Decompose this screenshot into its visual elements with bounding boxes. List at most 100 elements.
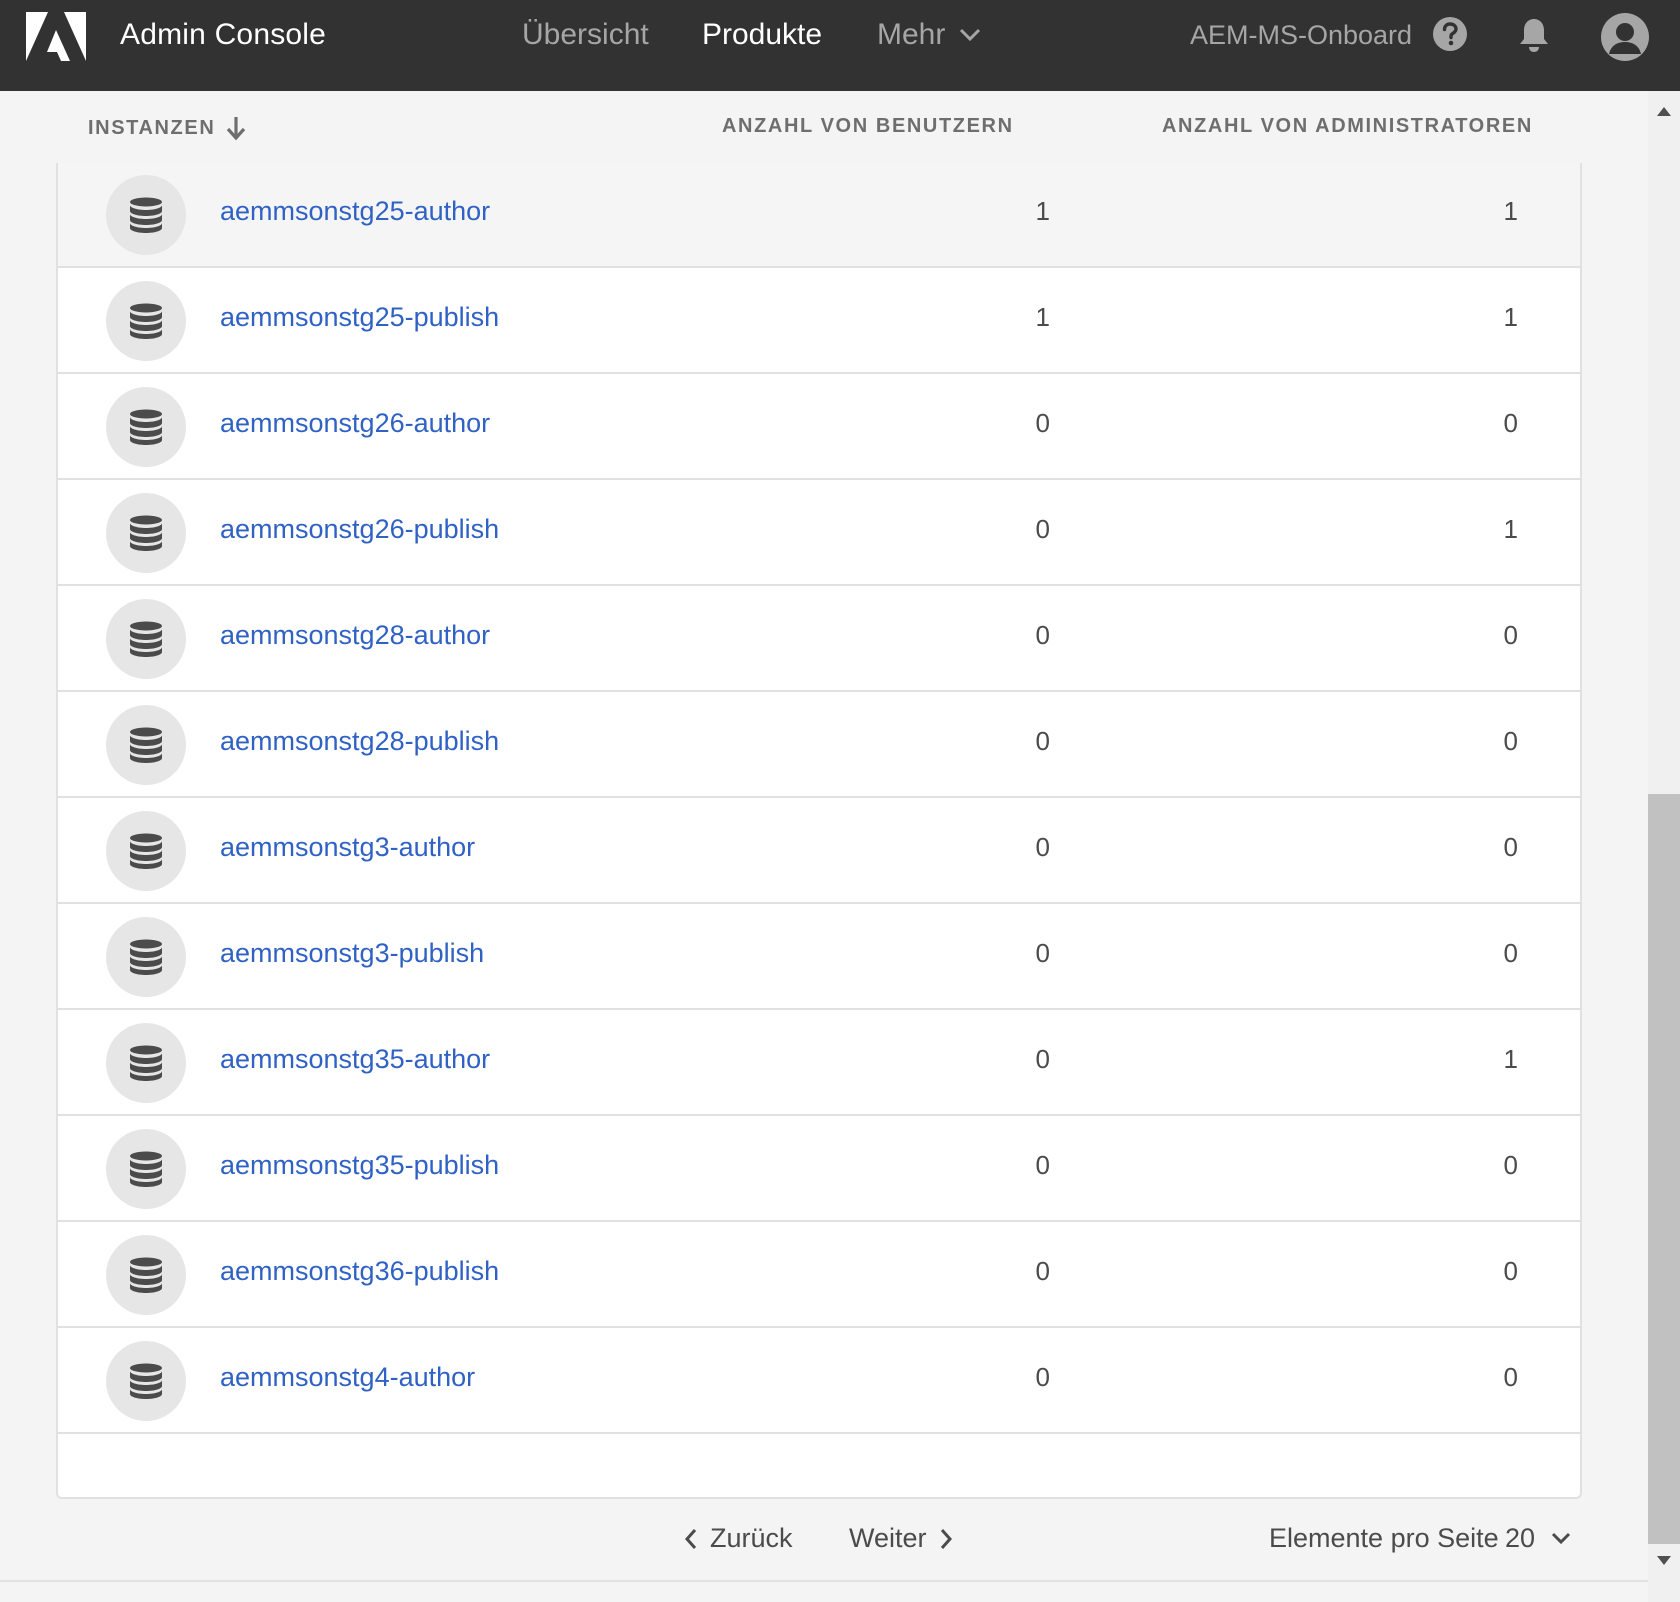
instances-table: aemmsonstg203-author00aemmsonstg25-autho… [56, 91, 1582, 1499]
chevron-down-icon [960, 28, 981, 42]
database-icon [130, 833, 162, 869]
instance-icon [106, 281, 186, 361]
app-title[interactable]: Admin Console [120, 18, 326, 52]
nav-more[interactable]: Mehr [877, 18, 981, 52]
next-page-button[interactable]: Weiter [849, 1523, 953, 1554]
admin-count: 0 [1503, 726, 1518, 756]
org-switcher[interactable]: AEM-MS-Onboard [1190, 20, 1412, 51]
instance-name-link[interactable]: aemmsonstg26-author [220, 408, 490, 439]
admin-count: 1 [1503, 1044, 1518, 1074]
table-row[interactable]: aemmsonstg3-publish 0 0 [58, 904, 1580, 1010]
instance-name-link[interactable]: aemmsonstg25-author [220, 196, 490, 227]
items-per-page-label: Elemente pro Seite [1269, 1523, 1499, 1553]
user-count: 0 [1035, 408, 1050, 438]
instance-icon [106, 175, 186, 255]
user-count: 0 [1035, 832, 1050, 862]
database-icon [130, 1151, 162, 1187]
instances-table-header: INSTANZEN ANZAHL VON BENUTZERN ANZAHL VO… [0, 91, 1648, 163]
previous-page-button[interactable]: Zurück [684, 1523, 793, 1554]
instance-icon [106, 917, 186, 997]
help-icon[interactable] [1432, 16, 1468, 52]
chevron-right-icon [940, 1528, 952, 1549]
admin-count: 0 [1503, 1256, 1518, 1286]
table-row[interactable]: aemmsonstg4-author 0 0 [58, 1328, 1580, 1434]
instance-name-link[interactable]: aemmsonstg35-publish [220, 1150, 499, 1181]
scroll-down-arrow-icon[interactable] [1656, 1555, 1672, 1567]
admin-count: 0 [1503, 832, 1518, 862]
vertical-scrollbar[interactable] [1648, 91, 1680, 1602]
column-header-admins[interactable]: ANZAHL VON ADMINISTRATOREN [1162, 115, 1533, 138]
user-count: 0 [1035, 1044, 1050, 1074]
scroll-up-arrow-icon[interactable] [1656, 105, 1672, 117]
admin-count: 1 [1503, 196, 1518, 226]
instance-icon [106, 811, 186, 891]
instance-name-link[interactable]: aemmsonstg3-author [220, 832, 475, 863]
database-icon [130, 409, 162, 445]
admin-count: 0 [1503, 938, 1518, 968]
instance-name-link[interactable]: aemmsonstg36-publish [220, 1256, 499, 1287]
scrollbar-thumb[interactable] [1648, 794, 1680, 1544]
items-per-page-select[interactable]: 20 [1505, 1523, 1571, 1554]
instance-name-link[interactable]: aemmsonstg28-author [220, 620, 490, 651]
instance-icon [106, 705, 186, 785]
instance-icon [106, 1129, 186, 1209]
next-page-label: Weiter [849, 1523, 927, 1553]
column-header-users[interactable]: ANZAHL VON BENUTZERN [722, 115, 1014, 138]
instance-icon [106, 1341, 186, 1421]
database-icon [130, 939, 162, 975]
user-count: 0 [1035, 1150, 1050, 1180]
adobe-logo[interactable] [26, 12, 86, 61]
user-count: 0 [1035, 514, 1050, 544]
column-header-instances-label: INSTANZEN [88, 116, 216, 139]
chevron-down-icon [1551, 1532, 1571, 1544]
table-row[interactable]: aemmsonstg26-author 0 0 [58, 374, 1580, 480]
database-icon [130, 515, 162, 551]
table-row[interactable]: aemmsonstg25-publish 1 1 [58, 268, 1580, 374]
nav-overview[interactable]: Übersicht [522, 18, 649, 52]
table-row[interactable]: aemmsonstg28-author 0 0 [58, 586, 1580, 692]
instance-name-link[interactable]: aemmsonstg3-publish [220, 938, 484, 969]
user-count: 1 [1035, 302, 1050, 332]
admin-count: 1 [1503, 302, 1518, 332]
top-navigation-bar: Admin Console Übersicht Produkte Mehr AE… [0, 0, 1680, 91]
table-row[interactable]: aemmsonstg25-author 1 1 [58, 162, 1580, 268]
footer-divider [0, 1580, 1648, 1602]
instance-name-link[interactable]: aemmsonstg28-publish [220, 726, 499, 757]
database-icon [130, 621, 162, 657]
previous-page-label: Zurück [710, 1523, 793, 1553]
bell-icon[interactable] [1518, 16, 1550, 54]
instance-icon [106, 493, 186, 573]
instance-name-link[interactable]: aemmsonstg35-author [220, 1044, 490, 1075]
admin-count: 0 [1503, 1150, 1518, 1180]
user-count: 0 [1035, 938, 1050, 968]
instance-icon [106, 1235, 186, 1315]
column-header-instances[interactable]: INSTANZEN [88, 115, 247, 141]
instance-name-link[interactable]: aemmsonstg26-publish [220, 514, 499, 545]
user-count: 0 [1035, 1362, 1050, 1392]
table-row[interactable]: aemmsonstg36-publish 0 0 [58, 1222, 1580, 1328]
table-row[interactable]: aemmsonstg35-publish 0 0 [58, 1116, 1580, 1222]
items-per-page-value: 20 [1505, 1523, 1536, 1553]
table-row[interactable]: aemmsonstg3-author 0 0 [58, 798, 1580, 904]
admin-count: 0 [1503, 1362, 1518, 1392]
table-row[interactable]: aemmsonstg28-publish 0 0 [58, 692, 1580, 798]
table-row[interactable]: aemmsonstg35-author 0 1 [58, 1010, 1580, 1116]
instance-icon [106, 599, 186, 679]
instances-content: aemmsonstg203-author00aemmsonstg25-autho… [0, 91, 1648, 1581]
nav-more-label: Mehr [877, 18, 946, 51]
avatar-icon[interactable] [1600, 12, 1650, 62]
admin-count: 1 [1503, 514, 1518, 544]
instance-name-link[interactable]: aemmsonstg25-publish [220, 302, 499, 333]
nav-products[interactable]: Produkte [702, 18, 822, 52]
instance-icon [106, 1023, 186, 1103]
table-row[interactable]: aemmsonstg26-publish 0 1 [58, 480, 1580, 586]
user-count: 1 [1035, 196, 1050, 226]
user-count: 0 [1035, 620, 1050, 650]
database-icon [130, 1363, 162, 1399]
admin-count: 0 [1503, 408, 1518, 438]
instance-icon [106, 387, 186, 467]
database-icon [130, 1045, 162, 1081]
database-icon [130, 727, 162, 763]
instance-name-link[interactable]: aemmsonstg4-author [220, 1362, 475, 1393]
database-icon [130, 1257, 162, 1293]
